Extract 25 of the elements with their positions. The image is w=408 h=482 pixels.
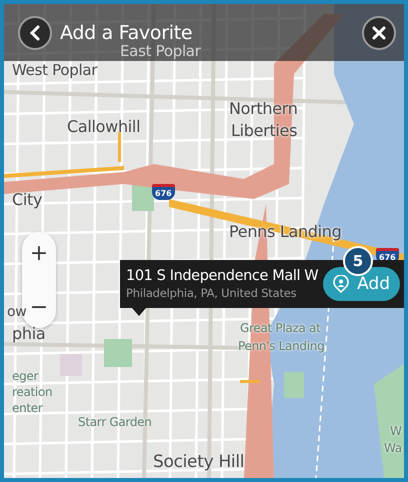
map-label: City <box>12 191 42 209</box>
back-button[interactable] <box>18 16 52 50</box>
map-label: ow <box>7 305 26 320</box>
map-label: W <box>390 425 402 438</box>
map-label: Wa <box>384 442 402 456</box>
locality-text: Philadelphia, PA, United States <box>126 286 298 300</box>
close-icon <box>372 26 386 40</box>
map-label: enter <box>12 402 43 416</box>
map-label: Liberties <box>231 122 298 140</box>
location-pin-icon <box>333 275 350 293</box>
map-label: West Poplar <box>12 62 98 78</box>
map-label: Callowhill <box>67 118 140 136</box>
map-label: eger <box>12 370 38 384</box>
map-label: Society Hill <box>153 453 244 472</box>
chevron-left-icon <box>29 24 41 40</box>
page-title: Add a Favorite <box>60 22 192 44</box>
map-label: reation <box>12 386 52 400</box>
map-label: phia <box>12 325 46 343</box>
address-text: 101 S Independence Mall W <box>126 268 320 284</box>
map-label: East Poplar <box>120 43 201 60</box>
zoom-in-button[interactable]: + <box>22 238 56 268</box>
map-label: Northern <box>229 100 298 118</box>
map-label: Starr Garden <box>78 416 152 430</box>
close-button[interactable] <box>362 16 396 50</box>
highway-shield: 676 <box>152 184 175 200</box>
